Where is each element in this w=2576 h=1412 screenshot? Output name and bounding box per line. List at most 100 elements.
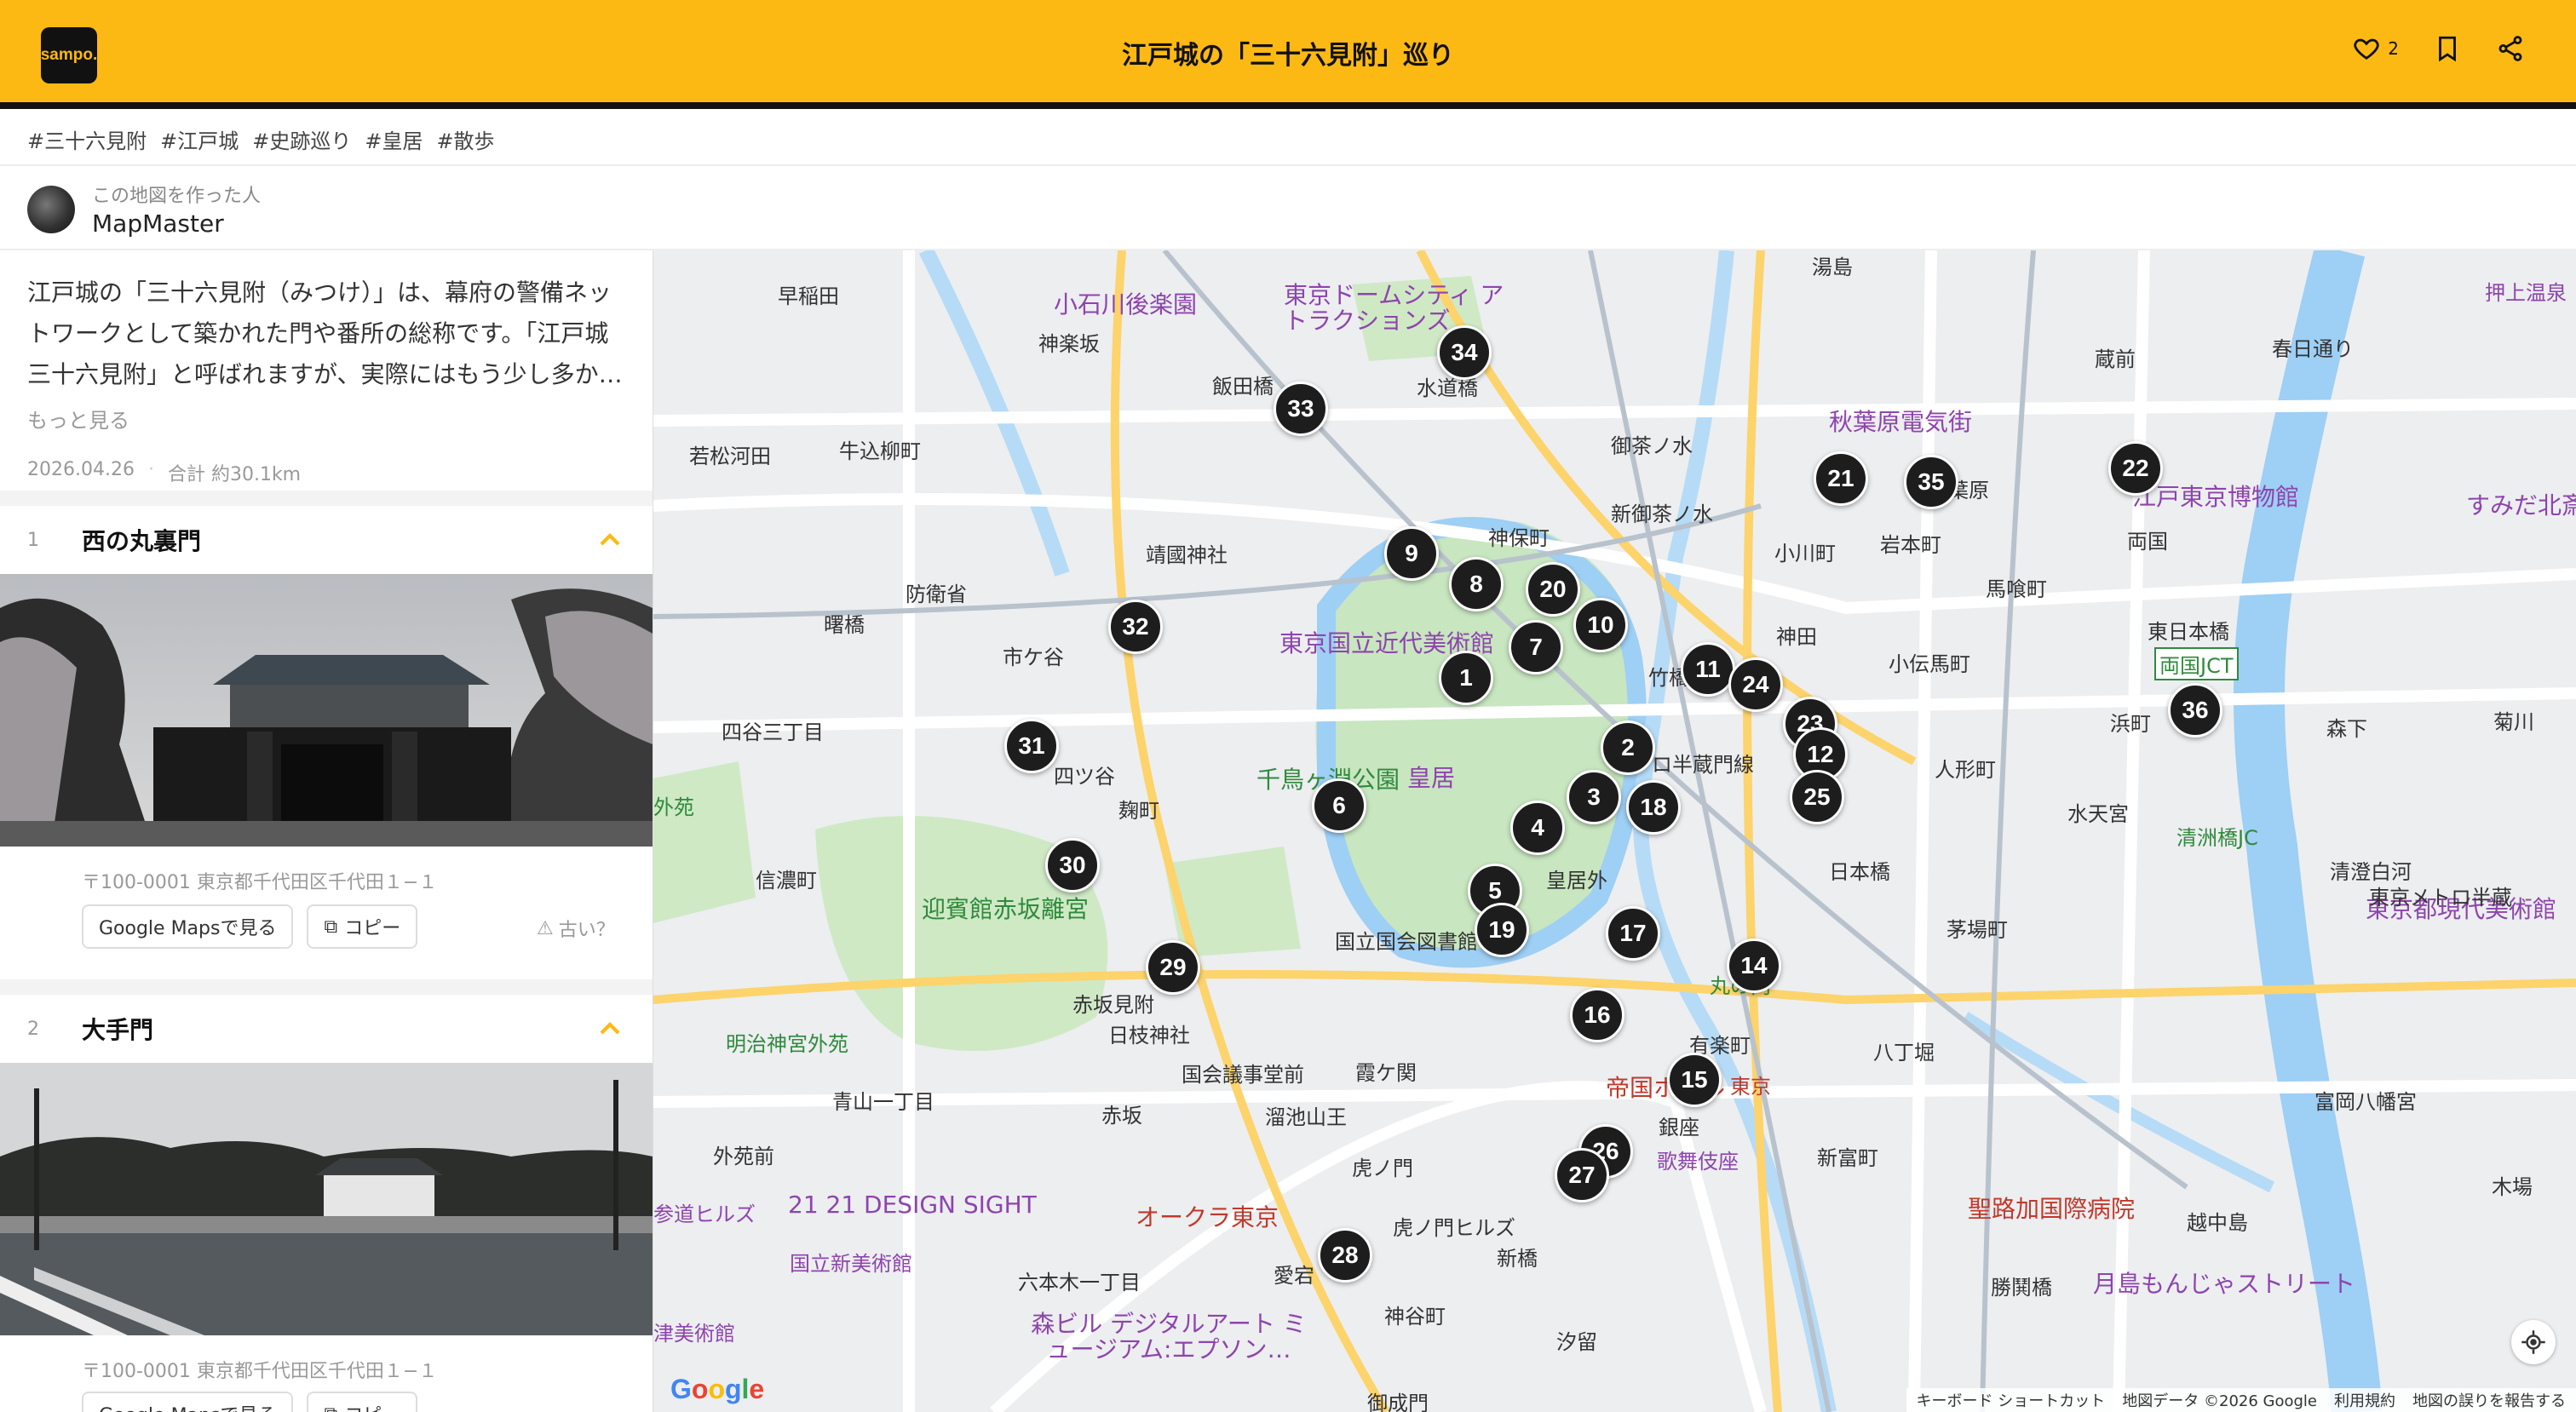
map-pin[interactable]: 36	[2168, 683, 2222, 738]
map-pin[interactable]: 2	[1601, 720, 1655, 775]
map-label-kamiyacho[interactable]: 神谷町	[1384, 1300, 1446, 1329]
map-pin[interactable]: 22	[2108, 441, 2163, 496]
map-label-oshiage[interactable]: 押上温泉	[2485, 276, 2567, 306]
map-pin[interactable]: 11	[1681, 642, 1735, 697]
spot-photo[interactable]	[0, 1063, 653, 1335]
map-label-gaienmae[interactable]: 外苑前	[713, 1139, 774, 1169]
map-label-wakamatsu[interactable]: 若松河田	[689, 439, 771, 469]
terms-link[interactable]: 利用規約	[2334, 1389, 2395, 1411]
map-pin[interactable]: 30	[1045, 838, 1100, 893]
map-label-nihonbashi[interactable]: 日本橋	[1829, 855, 1890, 885]
map-pin[interactable]: 8	[1449, 557, 1504, 611]
map-label-kagurazaka[interactable]: 神楽坂	[1038, 327, 1100, 357]
map-label-ginza[interactable]: 銀座	[1659, 1111, 1699, 1140]
map-pin[interactable]: 28	[1318, 1228, 1372, 1283]
map-label-hie[interactable]: 日枝神社	[1108, 1019, 1190, 1048]
map-label-iwamotocho[interactable]: 岩本町	[1880, 528, 1941, 558]
map-label-gaien[interactable]: 外苑	[653, 790, 694, 820]
google-maps-button[interactable]: Google Mapsで見る	[82, 904, 294, 949]
map-label-higashi-nihonbashi[interactable]: 東日本橋	[2148, 615, 2229, 645]
map-label-roppongi[interactable]: 六本木一丁目	[1018, 1266, 1141, 1295]
map-label-museum[interactable]: 津美術館	[653, 1317, 735, 1346]
map-pin[interactable]: 25	[1790, 770, 1844, 824]
map-label-jimbocho[interactable]: 神保町	[1488, 521, 1550, 551]
map-label-shinanomachi[interactable]: 信濃町	[756, 864, 817, 893]
map-label-ryogoku[interactable]: 両国	[2127, 525, 2168, 554]
map-label-akiba[interactable]: 秋葉原電気街	[1829, 404, 1972, 438]
map-label-kodenmacho[interactable]: 小伝馬町	[1889, 647, 1970, 677]
tag-item[interactable]: #史跡巡り	[252, 124, 351, 154]
map-label-shimbashi[interactable]: 新橋	[1497, 1242, 1538, 1271]
map-label-kasuga[interactable]: 春日通り	[2272, 332, 2354, 362]
spot-header[interactable]: 1 西の丸裏門	[0, 506, 653, 574]
map-label-ochanomizu[interactable]: 御茶ノ水	[1611, 429, 1693, 459]
map-pin[interactable]: 35	[1904, 455, 1958, 509]
report-error-link[interactable]: 地図の誤りを報告する	[2412, 1389, 2566, 1411]
map-pin[interactable]: 24	[1728, 657, 1783, 712]
chevron-up-icon[interactable]	[593, 523, 627, 557]
tag-item[interactable]: #皇居	[365, 124, 423, 154]
map-label-hamacho[interactable]: 浜町	[2110, 707, 2151, 737]
map-label-yushima[interactable]: 湯島	[1812, 250, 1853, 280]
map-label-kayabacho[interactable]: 茅場町	[1946, 913, 2008, 943]
map-label-tsukishima[interactable]: 月島もんじゃストリート	[2093, 1266, 2355, 1300]
map-label-atago[interactable]: 愛宕	[1274, 1259, 1314, 1289]
report-outdated-link[interactable]: ⚠ 古い？	[537, 915, 615, 942]
copy-button[interactable]: ⧉ コピー	[307, 1392, 418, 1412]
map-label-nagatacho[interactable]: 国会議事堂前	[1182, 1058, 1304, 1088]
map-label-shinbijutsu[interactable]: 国立新美術館	[790, 1247, 912, 1277]
chevron-up-icon[interactable]	[593, 1012, 627, 1046]
map-pin[interactable]: 20	[1526, 562, 1580, 617]
map-label-akebonobashi[interactable]: 曙橋	[824, 608, 865, 638]
map-label-shiodome[interactable]: 汐留	[1556, 1325, 1597, 1355]
map-pin[interactable]: 32	[1108, 600, 1163, 654]
map-label-ryogoku-jct[interactable]: 両国JCT	[2154, 647, 2239, 680]
google-maps-button[interactable]: Google Mapsで見る	[82, 1392, 294, 1412]
map-label-moribill[interactable]: 森ビル デジタルアート ミュージアム:エプソン…	[1028, 1312, 1309, 1363]
bookmark-button[interactable]	[2433, 34, 2462, 63]
map-label-yasukuni[interactable]: 靖國神社	[1146, 538, 1228, 568]
map-label-shin-ochanomizu[interactable]: 新御茶ノ水	[1611, 497, 1713, 527]
map-label-kasumigaseki[interactable]: 霞ケ関	[1355, 1056, 1417, 1086]
map-label-kuramae[interactable]: 蔵前	[2095, 342, 2136, 372]
map-label-kikukawa[interactable]: 菊川	[2493, 705, 2534, 735]
map-pin[interactable]: 21	[1814, 451, 1868, 506]
map-label-omotesando-hills[interactable]: 参道ヒルズ	[653, 1197, 756, 1227]
map-label-design[interactable]: 21 21 DESIGN SIGHT	[788, 1191, 1037, 1219]
map-label-akasaka-mitsuke[interactable]: 赤坂見附	[1072, 988, 1154, 1018]
map-pin[interactable]: 10	[1573, 598, 1628, 652]
map-label-kokyo[interactable]: 皇居	[1407, 760, 1455, 794]
map-label-toranomon-hills[interactable]: 虎ノ門ヒルズ	[1393, 1211, 1515, 1241]
map-label-boei[interactable]: 防衛省	[906, 577, 967, 607]
map-label-sumida[interactable]: すみだ北斎美	[2466, 487, 2576, 521]
map-pin[interactable]: 7	[1509, 620, 1563, 674]
map-label-akasaka[interactable]: 赤坂	[1101, 1099, 1142, 1128]
map-label-etchujima[interactable]: 越中島	[2187, 1206, 2248, 1236]
map-label-ningyocho[interactable]: 人形町	[1935, 753, 1996, 783]
map-label-yotsuya3[interactable]: 四谷三丁目	[722, 715, 824, 745]
map-label-kokkai-lib[interactable]: 国立国会図書館	[1335, 925, 1478, 955]
map-label-kiba[interactable]: 木場	[2492, 1170, 2533, 1200]
map-label-ushigome[interactable]: 牛込柳町	[839, 434, 921, 464]
map-label-kanda[interactable]: 神田	[1776, 620, 1817, 650]
map-label-kabukiza[interactable]: 歌舞伎座	[1657, 1145, 1739, 1174]
map-pin[interactable]: 3	[1567, 770, 1621, 824]
map-label-yotsuya[interactable]: 四ツ谷	[1054, 760, 1115, 789]
share-button[interactable]	[2496, 34, 2525, 63]
map-label-ogawamachi[interactable]: 小川町	[1774, 537, 1836, 566]
map-label-morishita[interactable]: 森下	[2326, 712, 2367, 742]
tag-item[interactable]: #三十六見附	[27, 124, 147, 154]
map-label-koishikawa[interactable]: 小石川後楽園	[1054, 286, 1197, 320]
map-label-monzen[interactable]: 富岡八幡宮	[2314, 1085, 2417, 1115]
map-label-hatchobori[interactable]: 八丁堀	[1873, 1036, 1935, 1065]
map-label-aoyama[interactable]: 青山一丁目	[832, 1085, 934, 1115]
map-pin[interactable]: 9	[1384, 526, 1439, 581]
map-pin[interactable]: 15	[1667, 1053, 1722, 1107]
map-label-kokyo-gaien[interactable]: 皇居外	[1546, 864, 1607, 893]
map-label-ichigaya[interactable]: 市ケ谷	[1003, 640, 1064, 670]
map-pin[interactable]: 16	[1570, 988, 1624, 1042]
copy-button[interactable]: ⧉ コピー	[307, 904, 418, 949]
show-more-link[interactable]: もっと見る	[0, 395, 653, 433]
map-view[interactable]: 小石川後楽園 東京ドームシティ アトラクションズ 秋葉原電気街 東京国立近代美術…	[653, 250, 2576, 1412]
spot-photo[interactable]	[0, 574, 653, 847]
